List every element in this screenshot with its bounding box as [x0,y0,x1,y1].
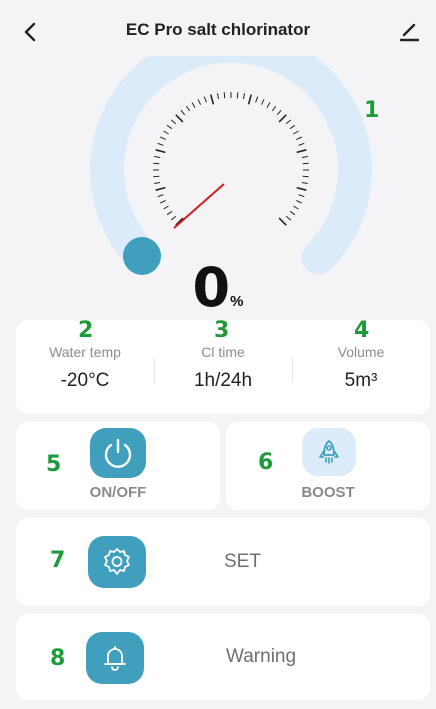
boost-label: BOOST [301,484,355,501]
gauge-tick [236,92,239,99]
gauge-tick [285,119,292,125]
warning-button[interactable]: 8 Warning [16,614,430,700]
gauge-tick [255,96,259,103]
gauge-needle [173,183,225,229]
stats-card: 2 Water temp -20°C 3 Cl time 1h/24h 4 Vo… [16,318,430,414]
header-bar: EC Pro salt chlorinator [0,0,436,64]
gauge-tick [203,96,207,103]
marker-1: 1 [364,98,380,123]
gauge-tick [266,102,271,108]
percentage-readout: 0% [0,256,436,319]
gauge-tick [170,215,177,221]
gauge-tick [289,210,296,216]
boost-button[interactable]: 6 BOOST [226,422,430,510]
marker-3: 3 [214,318,230,343]
gear-icon [104,548,130,575]
gauge-tick [153,175,160,178]
marker-8: 8 [50,646,66,671]
boost-icon-button[interactable] [302,428,356,476]
gauge-tick [166,210,173,216]
gauge-tick [175,114,184,123]
gauge-tick [301,182,308,184]
gauge-tick [170,119,177,125]
gauge-tick [185,105,191,112]
gauge-tick [302,175,309,178]
gauge-tick [180,109,186,116]
alarm-icon-button[interactable] [86,632,144,684]
gauge-tick [278,114,287,123]
rocket-icon [319,440,339,464]
gauge-tick [154,182,161,184]
gauge-tick [166,124,173,130]
gauge-tick [163,205,169,210]
gauge-tick [278,217,287,226]
gauge-tick [247,94,252,105]
gauge-tick [197,99,202,105]
gauge-tick [289,124,296,130]
gauge-tick [160,199,166,204]
gauge-tick [271,105,277,112]
gauge-tick [157,194,164,198]
gauge-tick [260,99,265,105]
gauge-tick [243,93,245,100]
warning-label: Warning [226,646,297,667]
bell-icon [104,646,126,671]
gauge-tick [154,156,161,158]
stat-label-volume: Volume [337,344,385,360]
gauge-tick [160,136,166,141]
gauge-tick [296,149,307,154]
stat-value-cl-time: 1h/24h [193,370,253,391]
gauge-tick [155,186,166,191]
gauge-tick [155,149,166,154]
page-title: EC Pro salt chlorinator [125,20,311,39]
marker-6: 6 [258,450,274,475]
gauge-tick [276,109,282,116]
gauge-tick [163,130,169,135]
gauge-tick [157,142,164,146]
gauge-tick [210,94,215,105]
gauge-tick [296,186,307,191]
percentage-value: 0 [192,256,231,319]
gauge-ticks [153,92,309,226]
gauge-tick [293,205,299,210]
gauge-tick [153,162,160,165]
power-icon [104,438,132,468]
stat-value-volume: 5m³ [344,370,378,391]
percentage-unit: % [230,293,244,310]
stat-volume: 4 Volume 5m³ [292,318,430,414]
power-icon-button[interactable] [90,428,146,478]
edit-button[interactable] [396,18,422,46]
set-label: SET [224,551,261,572]
marker-2: 2 [78,318,94,343]
stat-label-cl-time: Cl time [201,344,245,360]
gauge-tick [293,130,299,135]
marker-7: 7 [50,548,66,573]
marker-4: 4 [354,318,370,343]
stat-cl-time: 3 Cl time 1h/24h [154,318,292,414]
gauge-tick [298,194,305,198]
gauge-tick [301,156,308,158]
stat-value-water-temp: -20°C [60,370,110,391]
gauge-tick [223,92,226,99]
gauge-tick [296,136,302,141]
onoff-button[interactable]: 5 ON/OFF [16,422,220,510]
stat-water-temp: 2 Water temp -20°C [16,318,154,414]
gauge-track [90,28,372,275]
gauge-tick [298,142,305,146]
marker-5: 5 [46,452,62,477]
gauge-tick [285,215,292,221]
edit-pencil-icon [399,23,420,42]
onoff-label: ON/OFF [89,484,147,501]
gauge-tick [296,199,302,204]
settings-icon-button[interactable] [88,536,146,588]
set-button[interactable]: 7 SET [16,518,430,606]
gauge-tick [217,93,219,100]
stat-label-water-temp: Water temp [49,344,121,360]
gauge-tick [302,162,309,165]
gauge-tick [191,102,196,108]
